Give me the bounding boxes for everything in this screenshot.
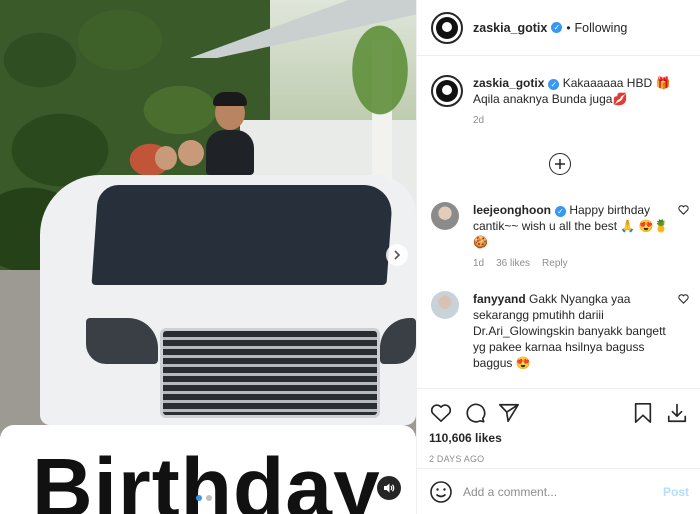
comment-like-button[interactable] <box>678 294 689 307</box>
save-button[interactable] <box>631 401 655 425</box>
comment-icon <box>466 403 486 423</box>
like-count[interactable]: 110,606 likes <box>429 431 689 445</box>
heart-icon <box>430 404 452 422</box>
download-button[interactable] <box>665 401 689 425</box>
sound-toggle-button[interactable] <box>377 476 401 500</box>
comment-username[interactable]: fanyyand <box>473 292 526 306</box>
caption-age: 2d <box>473 115 485 126</box>
following-button[interactable]: Following <box>575 21 628 35</box>
bookmark-icon <box>634 403 652 423</box>
avatar[interactable] <box>431 11 463 44</box>
comment-age: 1d <box>473 258 485 269</box>
comment-input[interactable] <box>463 484 663 499</box>
share-button[interactable] <box>497 401 521 425</box>
carousel-dot <box>196 495 202 501</box>
heart-icon <box>678 205 689 215</box>
reply-button[interactable]: Reply <box>542 256 568 272</box>
add-comment-bar: Post <box>417 468 700 514</box>
caption-item: zaskia_gotix ✓ Kakaaaaaa HBD 🎁 Aqila anak… <box>431 75 693 129</box>
next-media-button[interactable] <box>386 244 408 266</box>
chevron-right-icon <box>394 250 401 260</box>
avatar[interactable] <box>431 202 459 230</box>
comment-username[interactable]: leejeonghoon <box>473 203 551 217</box>
post-actions: 110,606 likes 2 DAYS AGO <box>417 388 700 464</box>
carousel-indicator <box>196 495 212 501</box>
speaker-icon <box>384 483 395 493</box>
caption-username[interactable]: zaskia_gotix <box>473 76 544 90</box>
list-item: leejeonghoon ✓ Happy birthday cantik~~ wi… <box>431 202 693 272</box>
plus-circle-icon <box>555 159 565 169</box>
post-header: zaskia_gotix ✓ • Following <box>417 0 700 56</box>
heart-icon <box>678 294 689 304</box>
download-icon <box>667 403 687 423</box>
comments-list[interactable]: zaskia_gotix ✓ Kakaaaaaa HBD 🎁 Aqila anak… <box>417 57 700 387</box>
verified-badge-icon: ✓ <box>548 79 560 90</box>
load-more-comments-button[interactable] <box>549 153 571 175</box>
post-date[interactable]: 2 DAYS AGO <box>429 454 689 464</box>
verified-badge-icon: ✓ <box>555 206 566 217</box>
list-item: fanyyand Gakk Nyangka yaa sekarangg pmut… <box>431 291 693 371</box>
comment-like-button[interactable] <box>678 205 689 218</box>
comment-likes[interactable]: 36 likes <box>496 256 530 272</box>
verified-badge-icon: ✓ <box>551 22 563 33</box>
media-overlay-word: Birthday <box>32 441 381 514</box>
like-button[interactable] <box>429 401 453 425</box>
post-comment-button[interactable]: Post <box>663 485 689 499</box>
avatar[interactable] <box>431 75 463 107</box>
smiley-icon <box>430 480 452 503</box>
header-separator: • <box>566 20 571 35</box>
avatar[interactable] <box>431 291 459 319</box>
comment-button[interactable] <box>463 401 487 425</box>
header-username[interactable]: zaskia_gotix <box>473 21 547 35</box>
post-media[interactable]: Birthday <box>0 0 416 514</box>
paper-plane-icon <box>499 403 519 423</box>
carousel-dot <box>206 495 212 501</box>
emoji-button[interactable] <box>429 480 453 504</box>
post-side-panel: zaskia_gotix ✓ • Following zaskia_gotix ✓… <box>416 0 700 514</box>
